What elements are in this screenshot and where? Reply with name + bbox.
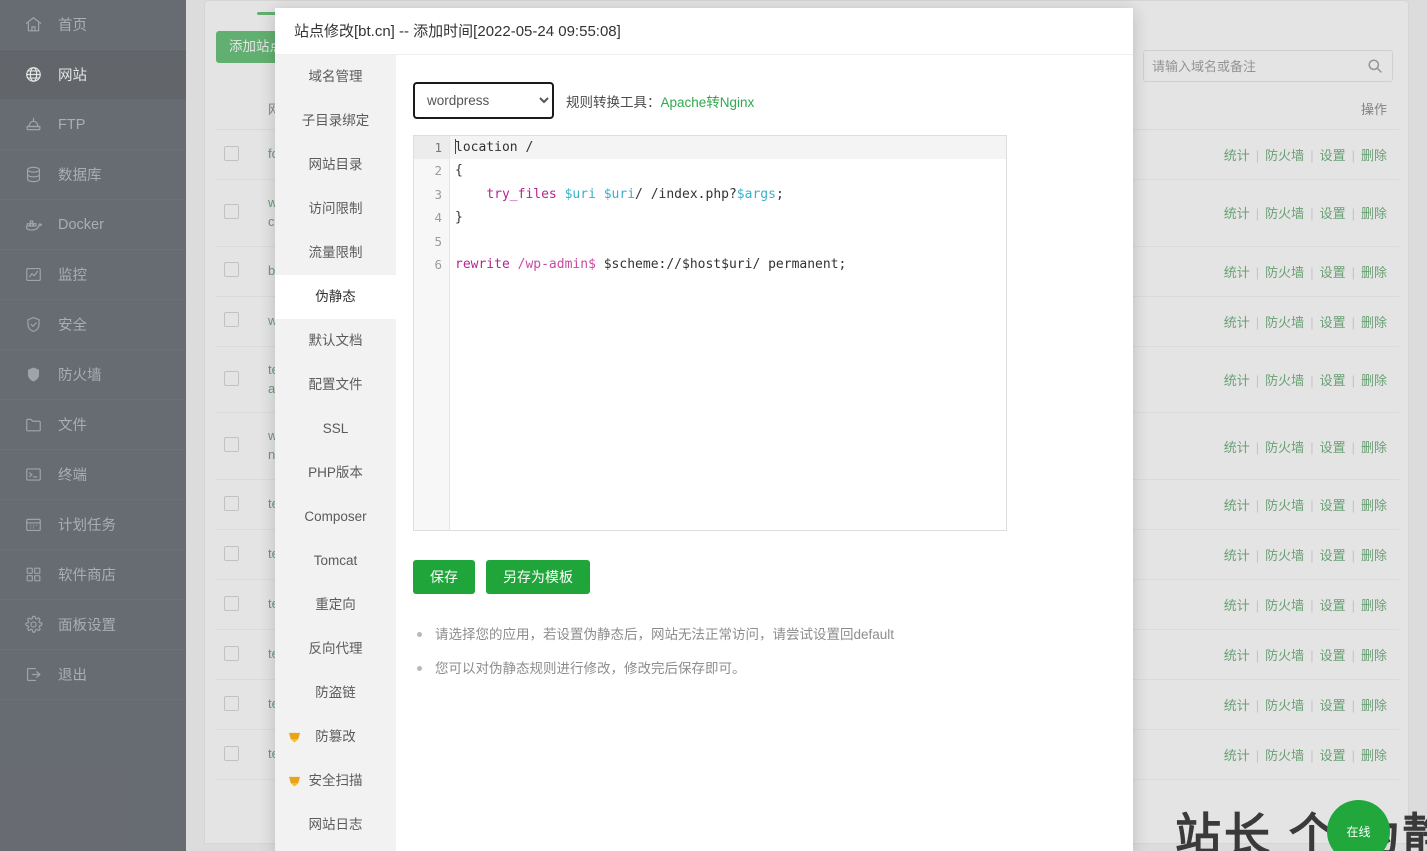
save-button[interactable]: 保存 xyxy=(413,560,475,594)
code-line[interactable]: { xyxy=(450,159,1006,182)
modal-sidebar-item-label: 重定向 xyxy=(315,597,356,612)
tip-item: 您可以对伪静态规则进行修改，修改完后保存即可。 xyxy=(413,659,1063,679)
code-token: $args xyxy=(736,186,776,202)
modal-sidebar-item-label: 反向代理 xyxy=(308,641,363,656)
modal-sidebar-item-14[interactable]: 防盗链 xyxy=(275,671,396,715)
modal-sidebar-item-label: SSL xyxy=(322,421,349,436)
code-token: / /index.php? xyxy=(635,186,737,202)
modal-sidebar-item-label: 配置文件 xyxy=(308,377,363,392)
tip-item: 请选择您的应用，若设置伪静态后，网站无法正常访问，请尝试设置回default xyxy=(413,625,1063,645)
code-token: $scheme://$host$uri/ permanent; xyxy=(595,256,847,272)
code-token: try_files xyxy=(486,186,557,202)
pro-crown-icon xyxy=(287,730,301,744)
modal-sidebar-item-label: 伪静态 xyxy=(315,289,356,304)
modal-sidebar-item-label: 子目录绑定 xyxy=(301,113,370,128)
pro-crown-icon xyxy=(287,774,301,788)
modal-sidebar-item-label: 网站日志 xyxy=(308,817,363,832)
line-number: 5 xyxy=(434,233,442,249)
code-token: { xyxy=(455,163,463,179)
modal-content-rewrite: wordpressdefaultdiscuztypechothinkphplar… xyxy=(396,55,1133,851)
code-token: location / xyxy=(455,140,542,155)
modal-title: 站点修改[bt.cn] -- 添加时间[2022-05-24 09:55:08] xyxy=(275,8,1133,55)
modal-sidebar-item-16[interactable]: 安全扫描 xyxy=(275,759,396,803)
code-line[interactable]: try_files $uri $uri/ /index.php?$args; xyxy=(450,183,1006,206)
rewrite-code-editor[interactable]: 123456 location / { try_files $uri $uri/… xyxy=(413,135,1007,531)
line-number: 2 xyxy=(434,163,442,179)
modal-sidebar-item-label: Tomcat xyxy=(313,553,358,568)
modal-sidebar-item-label: 域名管理 xyxy=(308,69,363,84)
apache-to-nginx-link[interactable]: Apache转Nginx xyxy=(661,95,755,110)
code-token: /wp-admin$ xyxy=(517,256,596,272)
modal-sidebar-item-label: 默认文档 xyxy=(308,333,363,348)
line-number: 3 xyxy=(434,186,442,202)
modal-sidebar-item-label: 流量限制 xyxy=(308,245,363,260)
modal-sidebar-item-2[interactable]: 网站目录 xyxy=(275,143,396,187)
modal-sidebar-item-17[interactable]: 网站日志 xyxy=(275,803,396,847)
modal-sidebar-item-label: 防篡改 xyxy=(315,729,356,744)
modal-body: 域名管理子目录绑定网站目录访问限制流量限制伪静态默认文档配置文件 SSL PHP版本… xyxy=(275,55,1133,851)
code-line[interactable]: } xyxy=(450,206,1006,229)
modal-sidebar-item-8[interactable]: SSL xyxy=(275,407,396,451)
code-line[interactable] xyxy=(450,230,1006,253)
modal-sidebar-item-10[interactable]: Composer xyxy=(275,495,396,539)
modal-sidebar-item-7[interactable]: 配置文件 xyxy=(275,363,396,407)
modal-sidebar-item-13[interactable]: 反向代理 xyxy=(275,627,396,671)
modal-sidebar-item-6[interactable]: 默认文档 xyxy=(275,319,396,363)
code-token: $uri xyxy=(564,186,596,202)
modal-sidebar-item-9[interactable]: PHP版本 xyxy=(275,451,396,495)
line-number: 6 xyxy=(434,256,442,272)
modal-sidebar-item-label: 安全扫描 xyxy=(308,773,363,788)
code-token: } xyxy=(455,210,463,226)
modal-sidebar-item-label: 网站目录 xyxy=(308,157,363,172)
save-as-template-button[interactable]: 另存为模板 xyxy=(486,560,590,594)
modal-sidebar-item-0[interactable]: 域名管理 xyxy=(275,55,396,99)
modal-sidebar-item-label: 防盗链 xyxy=(315,685,356,700)
line-number: 4 xyxy=(434,210,442,226)
modal-sidebar-item-label: 访问限制 xyxy=(308,201,363,216)
modal-sidebar: 域名管理子目录绑定网站目录访问限制流量限制伪静态默认文档配置文件 SSL PHP版本… xyxy=(275,55,396,851)
app-select-row: wordpressdefaultdiscuztypechothinkphplar… xyxy=(413,82,754,119)
modal-sidebar-item-1[interactable]: 子目录绑定 xyxy=(275,99,396,143)
modal-sidebar-item-12[interactable]: 重定向 xyxy=(275,583,396,627)
converter-label-text: 规则转换工具： xyxy=(566,94,661,110)
editor-gutter: 1 2 3 4 5 6 xyxy=(414,136,450,530)
modal-sidebar-item-15[interactable]: 防篡改 xyxy=(275,715,396,759)
app-root: 首页 网站 FTP 数据库 Docker 监控 安全 防火墙 文件 终端 计划任务 软件商店 面板设置退… xyxy=(0,0,1427,851)
site-edit-modal: 站点修改[bt.cn] -- 添加时间[2022-05-24 09:55:08]… xyxy=(275,8,1133,851)
code-line[interactable]: rewrite /wp-admin$ $scheme://$host$uri/ … xyxy=(450,253,1006,276)
modal-sidebar-item-label: PHP版本 xyxy=(308,465,363,480)
code-token: rewrite xyxy=(455,256,510,272)
modal-sidebar-item-4[interactable]: 流量限制 xyxy=(275,231,396,275)
modal-sidebar-item-11[interactable]: Tomcat xyxy=(275,539,396,583)
app-select[interactable]: wordpressdefaultdiscuztypechothinkphplar… xyxy=(413,82,554,119)
editor-code-area[interactable]: location / { try_files $uri $uri/ /index… xyxy=(450,136,1006,530)
code-token: $uri xyxy=(603,186,636,202)
code-line[interactable]: location / xyxy=(450,136,1006,160)
tips-list: 请选择您的应用，若设置伪静态后，网站无法正常访问，请尝试设置回default 您可… xyxy=(413,625,1063,694)
modal-sidebar-item-label: Composer xyxy=(304,509,367,524)
converter-label: 规则转换工具：Apache转Nginx xyxy=(566,91,754,111)
code-token: ; xyxy=(775,186,784,202)
modal-sidebar-item-3[interactable]: 访问限制 xyxy=(275,187,396,231)
line-number: 1 xyxy=(414,136,449,160)
modal-sidebar-item-5[interactable]: 伪静态 xyxy=(275,275,396,319)
modal-button-row: 保存 另存为模板 xyxy=(413,560,590,594)
